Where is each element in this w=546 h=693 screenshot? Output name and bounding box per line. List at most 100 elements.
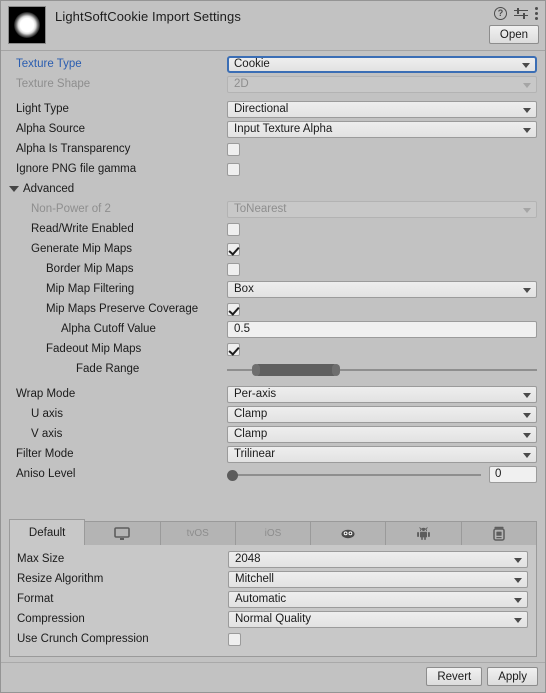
open-button[interactable]: Open [489,25,539,44]
kebab-menu-icon[interactable] [535,6,539,20]
label-max-size: Max Size [17,553,65,565]
row-use-crunch-compression: Use Crunch Compression [10,629,536,649]
mip-maps-preserve-coverage-checkbox[interactable] [227,302,240,316]
chevron-down-icon [523,127,531,133]
row-generate-mip-maps: Generate Mip Maps [1,239,545,259]
row-resize-algorithm: Resize Algorithm Mitchell [10,569,536,589]
fade-range-max-handle[interactable] [332,363,340,376]
border-mip-maps-checkbox[interactable] [227,262,240,276]
chevron-down-icon [523,452,531,458]
webgl-icon [340,527,356,541]
alpha-cutoff-value-input[interactable]: 0.5 [227,320,537,338]
aniso-level-input[interactable]: 0 [489,465,537,483]
compression-dropdown[interactable]: Normal Quality [228,610,528,628]
apply-button[interactable]: Apply [487,667,538,686]
field-mip-maps-preserve-coverage [227,302,537,316]
fade-range-slider[interactable] [227,361,537,378]
wrap-mode-value: Per-axis [234,387,277,400]
texture-type-dropdown[interactable]: Cookie [227,55,537,73]
light-type-dropdown[interactable]: Directional [227,100,537,118]
field-texture-shape: 2D [227,75,537,93]
platform-tab-bar: Default tvOS iOS [9,519,537,545]
label-alpha-source: Alpha Source [16,123,86,135]
aniso-level-slider[interactable]: 0 [227,465,537,483]
field-alpha-cutoff-value: 0.5 [227,320,537,338]
tab-server[interactable] [461,521,537,545]
tab-webgl[interactable] [311,521,387,545]
field-aniso-level: 0 [227,465,537,483]
ignore-png-gamma-checkbox[interactable] [227,162,240,176]
field-wrap-mode: Per-axis [227,385,537,403]
inspector-header: LightSoftCookie Import Settings ? Open [1,1,545,51]
max-size-dropdown[interactable]: 2048 [228,550,528,568]
field-ignore-png-gamma [227,162,537,176]
aniso-knob[interactable] [227,469,238,481]
label-format: Format [17,593,54,605]
tab-default[interactable]: Default [9,519,86,545]
chevron-down-icon [514,577,522,583]
tab-standalone[interactable] [85,521,161,545]
aniso-track [231,473,481,476]
mip-map-filtering-dropdown[interactable]: Box [227,280,537,298]
label-fadeout-mip-maps: Fadeout Mip Maps [46,343,142,355]
texture-type-value: Cookie [234,57,270,70]
label-wrap-mode: Wrap Mode [16,388,76,400]
row-fade-range: Fade Range [1,359,545,379]
v-axis-dropdown[interactable]: Clamp [227,425,537,443]
format-dropdown[interactable]: Automatic [228,590,528,608]
v-axis-value: Clamp [234,427,268,440]
label-fade-range: Fade Range [76,363,140,375]
non-power-of-2-value: ToNearest [234,202,287,215]
row-light-type: Light Type Directional [1,99,545,119]
filter-mode-dropdown[interactable]: Trilinear [227,445,537,463]
preset-settings-icon[interactable] [514,7,528,20]
field-fadeout-mip-maps [227,342,537,356]
preview-circle-shape [14,12,40,38]
page-title: LightSoftCookie Import Settings [55,9,241,24]
field-u-axis: Clamp [227,405,537,423]
row-mip-maps-preserve-coverage: Mip Maps Preserve Coverage [1,299,545,319]
u-axis-value: Clamp [234,407,268,420]
alpha-is-transparency-checkbox[interactable] [227,142,240,156]
fade-range-min-handle[interactable] [252,363,260,376]
texture-preview-soft-circle-icon [8,6,46,44]
tab-ios-label: iOS [264,528,282,539]
field-mip-map-filtering: Box [227,280,537,298]
non-power-of-2-dropdown: ToNearest [227,200,537,218]
texture-shape-dropdown: 2D [227,75,537,93]
field-non-power-of-2: ToNearest [227,200,537,218]
label-read-write-enabled: Read/Write Enabled [31,223,134,235]
row-mip-map-filtering: Mip Map Filtering Box [1,279,545,299]
alpha-source-dropdown[interactable]: Input Texture Alpha [227,120,537,138]
advanced-foldout[interactable]: Advanced [1,179,545,199]
u-axis-dropdown[interactable]: Clamp [227,405,537,423]
footer-buttons: Revert Apply [426,667,538,686]
footer-bar: Revert Apply [1,662,545,692]
help-icon[interactable]: ? [494,6,507,20]
row-alpha-cutoff-value: Alpha Cutoff Value 0.5 [1,319,545,339]
light-type-value: Directional [234,102,289,115]
field-max-size: 2048 [228,550,528,568]
resize-algorithm-value: Mitchell [235,572,274,585]
field-alpha-source: Input Texture Alpha [227,120,537,138]
label-texture-type: Texture Type [16,58,82,70]
standalone-icon [114,526,131,541]
label-generate-mip-maps: Generate Mip Maps [31,243,132,255]
fadeout-mip-maps-checkbox[interactable] [227,342,240,356]
tab-ios[interactable]: iOS [235,521,312,545]
tab-android[interactable] [386,521,462,545]
generate-mip-maps-checkbox[interactable] [227,242,240,256]
row-non-power-of-2: Non-Power of 2 ToNearest [1,199,545,219]
field-compression: Normal Quality [228,610,528,628]
fade-range-fill [257,363,335,376]
main-properties: Texture Type Cookie Texture Shape 2D Lig… [1,51,545,484]
revert-button[interactable]: Revert [426,667,483,686]
field-format: Automatic [228,590,528,608]
resize-algorithm-dropdown[interactable]: Mitchell [228,570,528,588]
tab-tvos[interactable]: tvOS [160,521,236,545]
use-crunch-compression-checkbox[interactable] [228,632,241,646]
wrap-mode-dropdown[interactable]: Per-axis [227,385,537,403]
label-resize-algorithm: Resize Algorithm [17,573,104,585]
row-alpha-source: Alpha Source Input Texture Alpha [1,119,545,139]
read-write-enabled-checkbox[interactable] [227,222,240,236]
